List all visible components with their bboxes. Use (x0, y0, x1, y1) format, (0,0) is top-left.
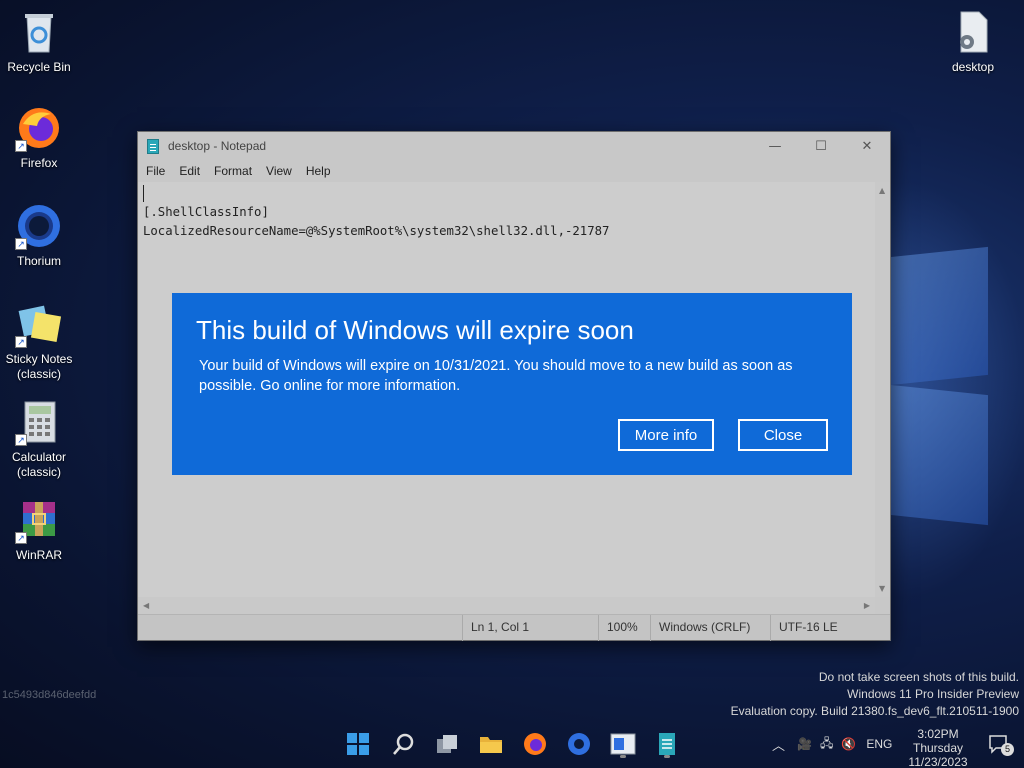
window-title: desktop - Notepad (168, 139, 267, 153)
desktop-icon-sticky-notes[interactable]: ↗ Sticky Notes (classic) (0, 300, 78, 382)
clock-time: 3:02PM (917, 727, 959, 741)
menu-bar: File Edit Format View Help (138, 160, 890, 182)
volume-muted-icon[interactable]: 🔇 (841, 737, 856, 751)
firefox-taskbar-button[interactable] (519, 728, 551, 760)
thorium-taskbar-button[interactable] (563, 728, 595, 760)
minimize-button[interactable]: — (752, 132, 798, 160)
watermark-line: Do not take screen shots of this build. (818, 670, 1019, 684)
status-encoding: UTF-16 LE (770, 615, 891, 641)
firefox-icon (524, 733, 546, 755)
desktop-icon-firefox[interactable]: ↗ Firefox (0, 104, 78, 171)
build-expiry-dialog: This build of Windows will expire soon Y… (172, 293, 852, 475)
clock[interactable]: 3:02PM Thursday 11/23/2023 (908, 727, 968, 768)
window-app-icon (610, 733, 636, 755)
desktop-icon-label: Firefox (20, 156, 58, 170)
text-caret (143, 185, 144, 202)
close-dialog-button[interactable]: Close (738, 419, 828, 451)
running-indicator (620, 755, 626, 758)
status-position: Ln 1, Col 1 (462, 615, 598, 641)
status-zoom: 100% (598, 615, 650, 641)
scroll-down-arrow-icon[interactable]: ▼ (879, 584, 885, 593)
shortcut-arrow-icon: ↗ (15, 238, 27, 250)
build-watermark: Do not take screen shots of this build. … (731, 669, 1019, 720)
menu-file[interactable]: File (146, 164, 165, 178)
horizontal-scrollbar[interactable]: ◀ ▶ (138, 597, 875, 614)
shortcut-arrow-icon: ↗ (15, 140, 27, 152)
taskbar: ︿ 🎥 🖧 🔇 ENG 3:02PM Thursday 11/23/2023 5 (0, 720, 1024, 768)
thorium-icon (568, 733, 590, 755)
desktop-icon-calculator[interactable]: ↗ Calculator (classic) (0, 398, 78, 480)
desktop-icon-desktop-ini[interactable]: desktop (934, 8, 1012, 75)
close-window-button[interactable]: ✕ (844, 132, 890, 160)
menu-help[interactable]: Help (306, 164, 331, 178)
system-tray: ︿ 🎥 🖧 🔇 ENG (772, 720, 892, 768)
vertical-scrollbar[interactable]: ▲ ▼ (875, 182, 890, 597)
settings-file-icon (949, 8, 997, 56)
recycle-bin-icon (15, 8, 63, 56)
shortcut-arrow-icon: ↗ (15, 532, 27, 544)
desktop-icon-label: Sticky Notes (classic) (5, 352, 73, 381)
notepad-icon (147, 138, 159, 154)
menu-edit[interactable]: Edit (179, 164, 200, 178)
clock-day: Thursday (912, 741, 964, 755)
file-explorer-button[interactable] (475, 728, 507, 760)
watermark-line: Evaluation copy. Build 21380.fs_dev6_flt… (730, 704, 1019, 718)
maximize-button[interactable]: ☐ (798, 132, 844, 160)
notification-center-button[interactable]: 5 (988, 734, 1014, 756)
shortcut-arrow-icon: ↗ (15, 336, 27, 348)
firefox-icon: ↗ (15, 104, 63, 152)
status-line-ending: Windows (CRLF) (650, 615, 770, 641)
dialog-title: This build of Windows will expire soon (196, 315, 634, 345)
notepad-taskbar-button[interactable] (651, 728, 683, 760)
notepad-icon (659, 733, 675, 755)
folder-icon (480, 737, 502, 753)
text-line: [.ShellClassInfo] (143, 205, 269, 219)
desktop-icon-thorium[interactable]: ↗ Thorium (0, 202, 78, 269)
shortcut-arrow-icon: ↗ (15, 434, 27, 446)
chevron-up-icon[interactable]: ︿ (772, 735, 785, 754)
desktop-icon-label: desktop (951, 60, 995, 74)
running-indicator (664, 755, 670, 758)
desktop-icon-recycle-bin[interactable]: Recycle Bin (0, 8, 78, 75)
thorium-icon: ↗ (15, 202, 63, 250)
text-line: LocalizedResourceName=@%SystemRoot%\syst… (143, 224, 610, 238)
calculator-icon: ↗ (15, 398, 63, 446)
desktop-hash-text: 1c5493d846deefdd (2, 689, 97, 701)
language-indicator[interactable]: ENG (866, 737, 892, 751)
dialog-message: Your build of Windows will expire on 10/… (199, 358, 793, 394)
desktop-icon-label: WinRAR (15, 548, 62, 562)
winrar-icon: ↗ (15, 496, 63, 544)
watermark-line: Windows 11 Pro Insider Preview (847, 687, 1019, 701)
scroll-up-arrow-icon[interactable]: ▲ (879, 186, 885, 195)
more-info-button[interactable]: More info (618, 419, 714, 451)
search-button[interactable] (387, 728, 419, 760)
desktop-icon-label: Thorium (16, 254, 61, 268)
window-taskbar-button[interactable] (607, 728, 639, 760)
wallpaper-windows-logo (880, 240, 990, 530)
menu-format[interactable]: Format (214, 164, 252, 178)
clock-date: 11/23/2023 (908, 755, 968, 768)
status-bar: Ln 1, Col 1 100% Windows (CRLF) UTF-16 L… (138, 614, 891, 641)
windows-start-icon (347, 733, 369, 755)
search-icon (393, 733, 414, 755)
task-view-icon (437, 735, 457, 753)
menu-view[interactable]: View (266, 164, 292, 178)
meet-now-icon[interactable]: 🎥 (797, 737, 812, 751)
scroll-left-arrow-icon[interactable]: ◀ (143, 601, 149, 610)
notification-count-badge: 5 (1001, 743, 1014, 756)
start-button[interactable] (342, 728, 374, 760)
task-view-button[interactable] (431, 728, 463, 760)
sticky-notes-icon: ↗ (15, 300, 63, 348)
desktop-icon-label: Recycle Bin (7, 60, 71, 74)
scroll-right-arrow-icon[interactable]: ▶ (864, 601, 870, 610)
desktop-icon-label: Calculator (classic) (11, 450, 67, 479)
network-icon[interactable]: 🖧 (820, 734, 833, 755)
desktop-icon-winrar[interactable]: ↗ WinRAR (0, 496, 78, 563)
window-controls: — ☐ ✕ (752, 132, 890, 160)
